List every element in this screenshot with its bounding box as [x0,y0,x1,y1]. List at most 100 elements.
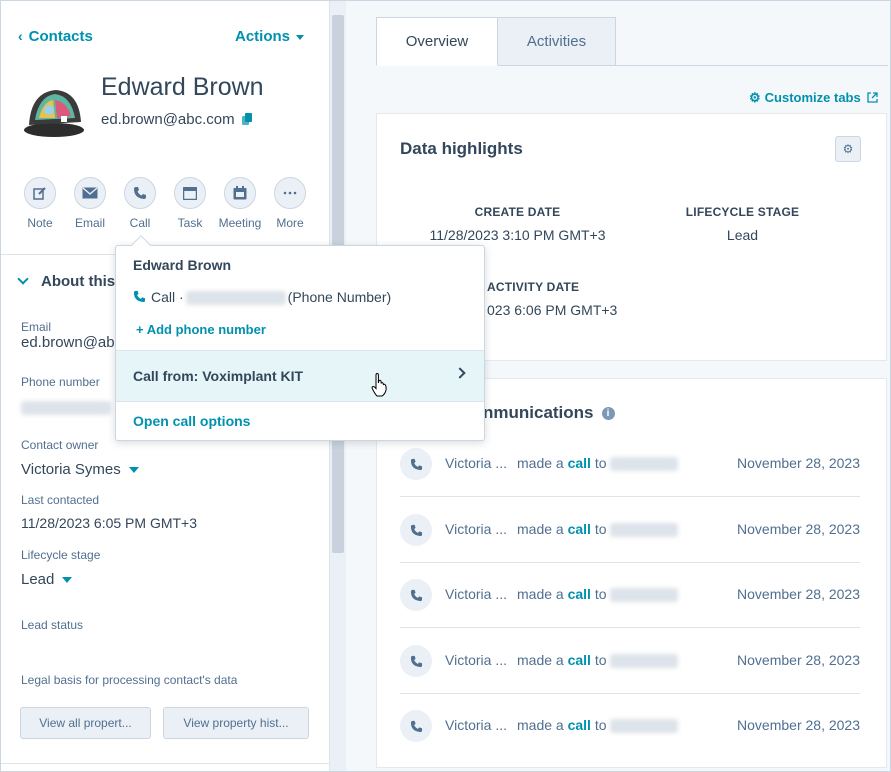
call-link[interactable]: call [568,455,591,471]
communication-date: November 28, 2023 [737,652,860,668]
gear-icon: ⚙ [749,90,761,105]
call-from-option[interactable]: Call from: Voximplant KIT [116,351,484,401]
communication-date: November 28, 2023 [737,717,860,733]
phone-label: Phone number [21,375,100,389]
task-action[interactable]: Task [168,177,212,230]
lead-status-label: Lead status [21,618,84,632]
actions-dropdown[interactable]: Actions [235,28,305,45]
caret-down-icon [128,467,139,474]
envelope-icon [82,187,98,199]
redacted-recipient [610,457,679,472]
tab-activities[interactable]: Activities [498,17,616,66]
lifecycle-stage-value: Lead [726,227,759,243]
info-icon[interactable]: i [601,407,615,421]
create-date-value: 11/28/2023 3:10 PM GMT+3 [429,227,606,243]
call-link[interactable]: call [568,652,591,668]
communication-user[interactable]: Victoria ... [445,586,507,602]
lifecycle-dropdown[interactable]: Lead [21,571,73,588]
communication-user[interactable]: Victoria ... [445,521,507,537]
owner-dropdown[interactable]: Victoria Symes [21,461,139,478]
communication-date: November 28, 2023 [737,586,860,602]
communications-title: nmunications i [483,403,615,423]
communication-row[interactable]: Victoria ... made a call to November 28, … [400,448,860,514]
phone-icon [400,645,432,677]
row-divider [400,693,860,694]
more-icon [283,191,297,195]
call-link[interactable]: call [568,586,591,602]
call-link[interactable]: call [568,717,591,733]
view-all-properties-button[interactable]: View all propert... [20,707,151,739]
communication-date: November 28, 2023 [737,455,860,471]
back-to-contacts-link[interactable]: ‹ Contacts [18,28,93,45]
call-phone-option[interactable]: Call · (Phone Number) [133,289,391,306]
task-icon [183,186,197,200]
note-action[interactable]: Note [18,177,62,230]
row-divider [400,496,860,497]
email-label: Email [21,320,52,334]
communication-summary: Victoria ... made a call to [445,717,679,734]
view-property-history-button[interactable]: View property hist... [163,707,309,739]
redacted-recipient [610,654,679,669]
call-link[interactable]: call [568,521,591,537]
redacted-recipient [610,588,679,603]
row-divider [400,627,860,628]
communication-row[interactable]: Victoria ... made a call to November 28, … [400,514,860,580]
phone-icon [400,514,432,546]
communication-summary: Victoria ... made a call to [445,455,679,472]
communication-row[interactable]: Victoria ... made a call to November 28, … [400,645,860,711]
phone-icon [400,579,432,611]
phone-value-redacted[interactable] [21,399,111,416]
chevron-left-icon: ‹ [18,28,23,44]
create-date-label: CREATE DATE [474,205,561,219]
contact-name: Edward Brown [101,73,264,101]
lifecycle-label: Lifecycle stage [21,548,101,562]
legal-basis-label: Legal basis for processing contact's dat… [21,673,238,687]
email-value[interactable]: ed.brown@abc [21,334,122,351]
communication-date: November 28, 2023 [737,521,860,537]
gear-icon: ⚙ [842,142,854,156]
hand-cursor-icon [371,373,387,397]
email-action[interactable]: Email [68,177,112,230]
customize-tabs-link[interactable]: ⚙ Customize tabs [749,90,879,106]
last-contacted-value: 11/28/2023 6:05 PM GMT+3 [21,515,198,531]
phone-icon [400,710,432,742]
caret-down-icon [296,34,305,40]
communication-summary: Victoria ... made a call to [445,521,679,538]
data-highlights-title: Data highlights [400,139,523,158]
redacted-recipient [610,523,679,538]
popover-contact-name: Edward Brown [133,257,232,273]
chevron-right-icon [454,367,466,379]
owner-label: Contact owner [21,438,99,452]
communication-user[interactable]: Victoria ... [445,455,507,471]
avatar [24,90,84,137]
highlights-settings-button[interactable]: ⚙ [835,136,861,162]
open-call-options-link[interactable]: Open call options [133,413,250,429]
lifecycle-stage-label: LIFECYCLE STAGE [685,205,800,219]
meeting-action[interactable]: Meeting [218,177,262,230]
call-action[interactable]: Call [118,177,162,230]
communication-summary: Victoria ... made a call to [445,586,679,603]
copy-icon[interactable] [242,113,252,125]
row-divider [400,562,860,563]
phone-icon [400,448,432,480]
external-link-icon [867,92,879,103]
chevron-down-icon [17,273,29,285]
edit-icon [33,187,46,200]
caret-down-icon [62,577,73,584]
communication-row[interactable]: Victoria ... made a call to November 28, … [400,710,860,772]
redacted-phone [185,291,286,306]
last-contacted-label: Last contacted [21,493,100,507]
call-popover: Edward Brown Call · (Phone Number) + Add … [115,235,485,441]
contact-email: ed.brown@abc.com [101,111,235,128]
communication-row[interactable]: Victoria ... made a call to November 28, … [400,579,860,645]
phone-icon [134,187,146,199]
tab-overview[interactable]: Overview [376,17,498,66]
more-action[interactable]: More [268,177,312,230]
communication-user[interactable]: Victoria ... [445,717,507,733]
about-section-toggle[interactable]: About this [17,273,115,290]
communication-summary: Victoria ... made a call to [445,652,679,669]
communication-user[interactable]: Victoria ... [445,652,507,668]
phone-icon [133,290,146,303]
activity-date-value: 023 6:06 PM GMT+3 [487,302,618,318]
add-phone-number-link[interactable]: + Add phone number [136,322,266,337]
